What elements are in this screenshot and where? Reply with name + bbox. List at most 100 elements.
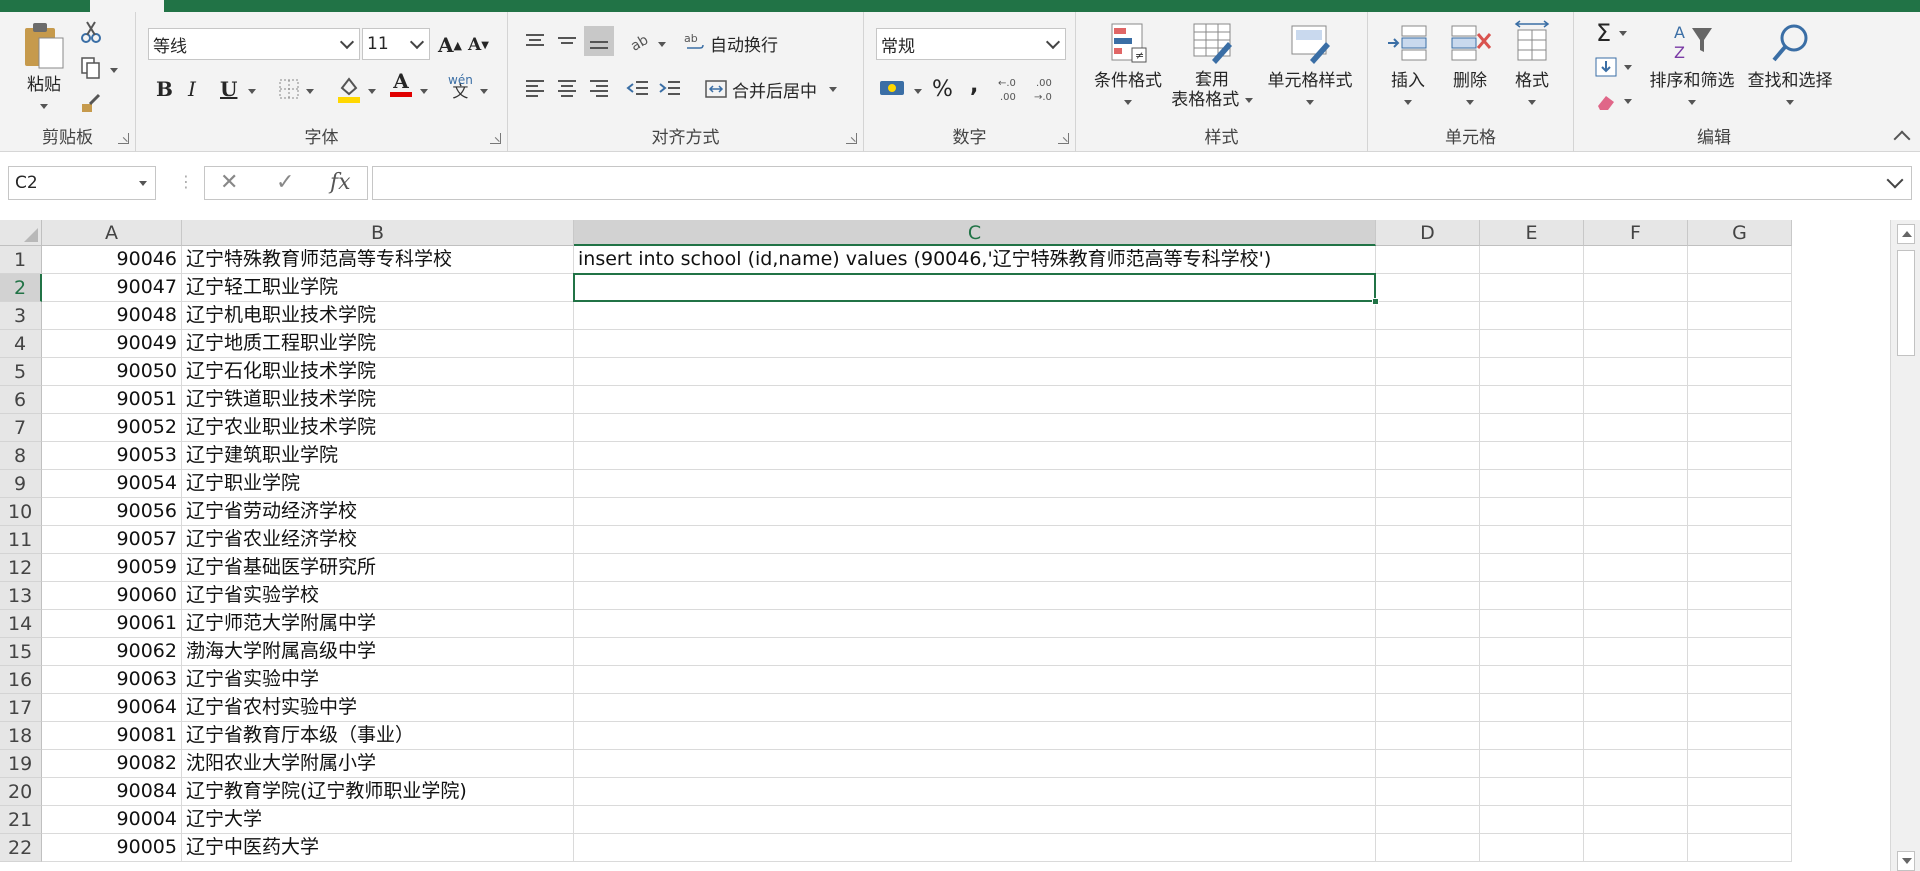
row-header[interactable]: 6 xyxy=(0,386,42,414)
decrease-decimal-icon[interactable]: .00→.0 xyxy=(1032,74,1062,104)
fill-button[interactable] xyxy=(1594,52,1632,82)
cell-b8[interactable]: 辽宁建筑职业学院 xyxy=(182,442,574,470)
cell-f6[interactable] xyxy=(1584,386,1688,414)
collapse-ribbon-icon[interactable] xyxy=(1893,130,1911,148)
cell-b9[interactable]: 辽宁职业学院 xyxy=(182,470,574,498)
cell-e17[interactable] xyxy=(1480,694,1584,722)
cell-e12[interactable] xyxy=(1480,554,1584,582)
delete-cells-button[interactable]: 删除 xyxy=(1442,20,1498,112)
increase-indent-icon[interactable] xyxy=(658,78,682,98)
cell-c15[interactable] xyxy=(574,638,1376,666)
cell-g19[interactable] xyxy=(1688,750,1792,778)
find-select-dropdown-icon[interactable] xyxy=(1786,99,1794,105)
currency-dropdown-icon[interactable] xyxy=(914,89,922,94)
cell-c17[interactable] xyxy=(574,694,1376,722)
cell-b19[interactable]: 沈阳农业大学附属小学 xyxy=(182,750,574,778)
paste-button[interactable]: 粘贴 xyxy=(18,20,70,116)
alignment-launcher-icon[interactable] xyxy=(846,133,857,144)
cell-a8[interactable]: 90053 xyxy=(42,442,182,470)
cell-e7[interactable] xyxy=(1480,414,1584,442)
font-color-button[interactable]: A xyxy=(390,70,412,104)
cell-g22[interactable] xyxy=(1688,834,1792,862)
name-box[interactable]: C2 xyxy=(8,166,156,200)
cell-c10[interactable] xyxy=(574,498,1376,526)
borders-dropdown-icon[interactable] xyxy=(306,89,314,94)
format-cells-button[interactable]: 格式 xyxy=(1504,20,1560,112)
row-header[interactable]: 14 xyxy=(0,610,42,638)
row-header[interactable]: 8 xyxy=(0,442,42,470)
sort-filter-button[interactable]: AZ 排序和筛选 xyxy=(1644,20,1740,112)
cell-b3[interactable]: 辽宁机电职业技术学院 xyxy=(182,302,574,330)
row-header[interactable]: 4 xyxy=(0,330,42,358)
cell-e1[interactable] xyxy=(1480,246,1584,274)
name-box-dropdown-icon[interactable] xyxy=(139,180,147,186)
cell-f9[interactable] xyxy=(1584,470,1688,498)
format-painter-icon[interactable] xyxy=(80,92,102,114)
cell-c22[interactable] xyxy=(574,834,1376,862)
column-header-f[interactable]: F xyxy=(1584,220,1688,246)
cell-c1[interactable]: insert into school (id,name) values (900… xyxy=(574,246,1376,274)
select-all-button[interactable] xyxy=(0,220,42,246)
cell-a22[interactable]: 90005 xyxy=(42,834,182,862)
row-header[interactable]: 22 xyxy=(0,834,42,862)
underline-dropdown-icon[interactable] xyxy=(248,89,256,94)
cell-e13[interactable] xyxy=(1480,582,1584,610)
vertical-scrollbar[interactable] xyxy=(1890,220,1920,871)
cell-g1[interactable] xyxy=(1688,246,1792,274)
cell-d22[interactable] xyxy=(1376,834,1480,862)
cell-d5[interactable] xyxy=(1376,358,1480,386)
number-launcher-icon[interactable] xyxy=(1058,133,1069,144)
cell-g7[interactable] xyxy=(1688,414,1792,442)
cell-e22[interactable] xyxy=(1480,834,1584,862)
font-size-combo[interactable]: 11 xyxy=(362,28,430,60)
cell-d18[interactable] xyxy=(1376,722,1480,750)
cell-b15[interactable]: 渤海大学附属高级中学 xyxy=(182,638,574,666)
cell-e2[interactable] xyxy=(1480,274,1584,302)
cell-g2[interactable] xyxy=(1688,274,1792,302)
cell-b22[interactable]: 辽宁中医药大学 xyxy=(182,834,574,862)
cell-d6[interactable] xyxy=(1376,386,1480,414)
formula-bar-splitter-icon[interactable]: ⋮ xyxy=(178,172,194,191)
merge-dropdown-icon[interactable] xyxy=(829,86,837,92)
cell-b18[interactable]: 辽宁省教育厅本级（事业） xyxy=(182,722,574,750)
cell-d15[interactable] xyxy=(1376,638,1480,666)
cell-d20[interactable] xyxy=(1376,778,1480,806)
cell-g12[interactable] xyxy=(1688,554,1792,582)
conditional-formatting-dropdown-icon[interactable] xyxy=(1124,99,1132,105)
cell-e3[interactable] xyxy=(1480,302,1584,330)
row-header[interactable]: 1 xyxy=(0,246,42,274)
cell-d2[interactable] xyxy=(1376,274,1480,302)
cell-b20[interactable]: 辽宁教育学院(辽宁教师职业学院) xyxy=(182,778,574,806)
format-dropdown-icon[interactable] xyxy=(1528,99,1536,105)
cell-e18[interactable] xyxy=(1480,722,1584,750)
copy-icon[interactable] xyxy=(80,56,102,80)
cell-f1[interactable] xyxy=(1584,246,1688,274)
cell-e14[interactable] xyxy=(1480,610,1584,638)
orientation-dropdown-icon[interactable] xyxy=(658,42,666,47)
cell-d4[interactable] xyxy=(1376,330,1480,358)
row-header[interactable]: 15 xyxy=(0,638,42,666)
cell-e6[interactable] xyxy=(1480,386,1584,414)
cell-c7[interactable] xyxy=(574,414,1376,442)
cell-a14[interactable]: 90061 xyxy=(42,610,182,638)
cell-f12[interactable] xyxy=(1584,554,1688,582)
cell-b16[interactable]: 辽宁省实验中学 xyxy=(182,666,574,694)
grow-font-button[interactable]: A ▲ xyxy=(438,30,462,60)
align-bottom-button[interactable] xyxy=(584,26,614,56)
cell-a2[interactable]: 90047 xyxy=(42,274,182,302)
cell-b10[interactable]: 辽宁省劳动经济学校 xyxy=(182,498,574,526)
insert-cells-button[interactable]: 插入 xyxy=(1380,20,1436,112)
cell-c4[interactable] xyxy=(574,330,1376,358)
cell-d17[interactable] xyxy=(1376,694,1480,722)
cell-d1[interactable] xyxy=(1376,246,1480,274)
fill-color-dropdown-icon[interactable] xyxy=(368,89,376,94)
row-header[interactable]: 20 xyxy=(0,778,42,806)
comma-button[interactable]: , xyxy=(970,70,978,100)
wrap-text-button[interactable]: ab 自动换行 xyxy=(684,28,778,58)
percent-button[interactable]: % xyxy=(932,74,953,104)
clear-button[interactable] xyxy=(1594,86,1632,116)
cell-a13[interactable]: 90060 xyxy=(42,582,182,610)
cell-c18[interactable] xyxy=(574,722,1376,750)
cell-f11[interactable] xyxy=(1584,526,1688,554)
delete-dropdown-icon[interactable] xyxy=(1466,99,1474,105)
